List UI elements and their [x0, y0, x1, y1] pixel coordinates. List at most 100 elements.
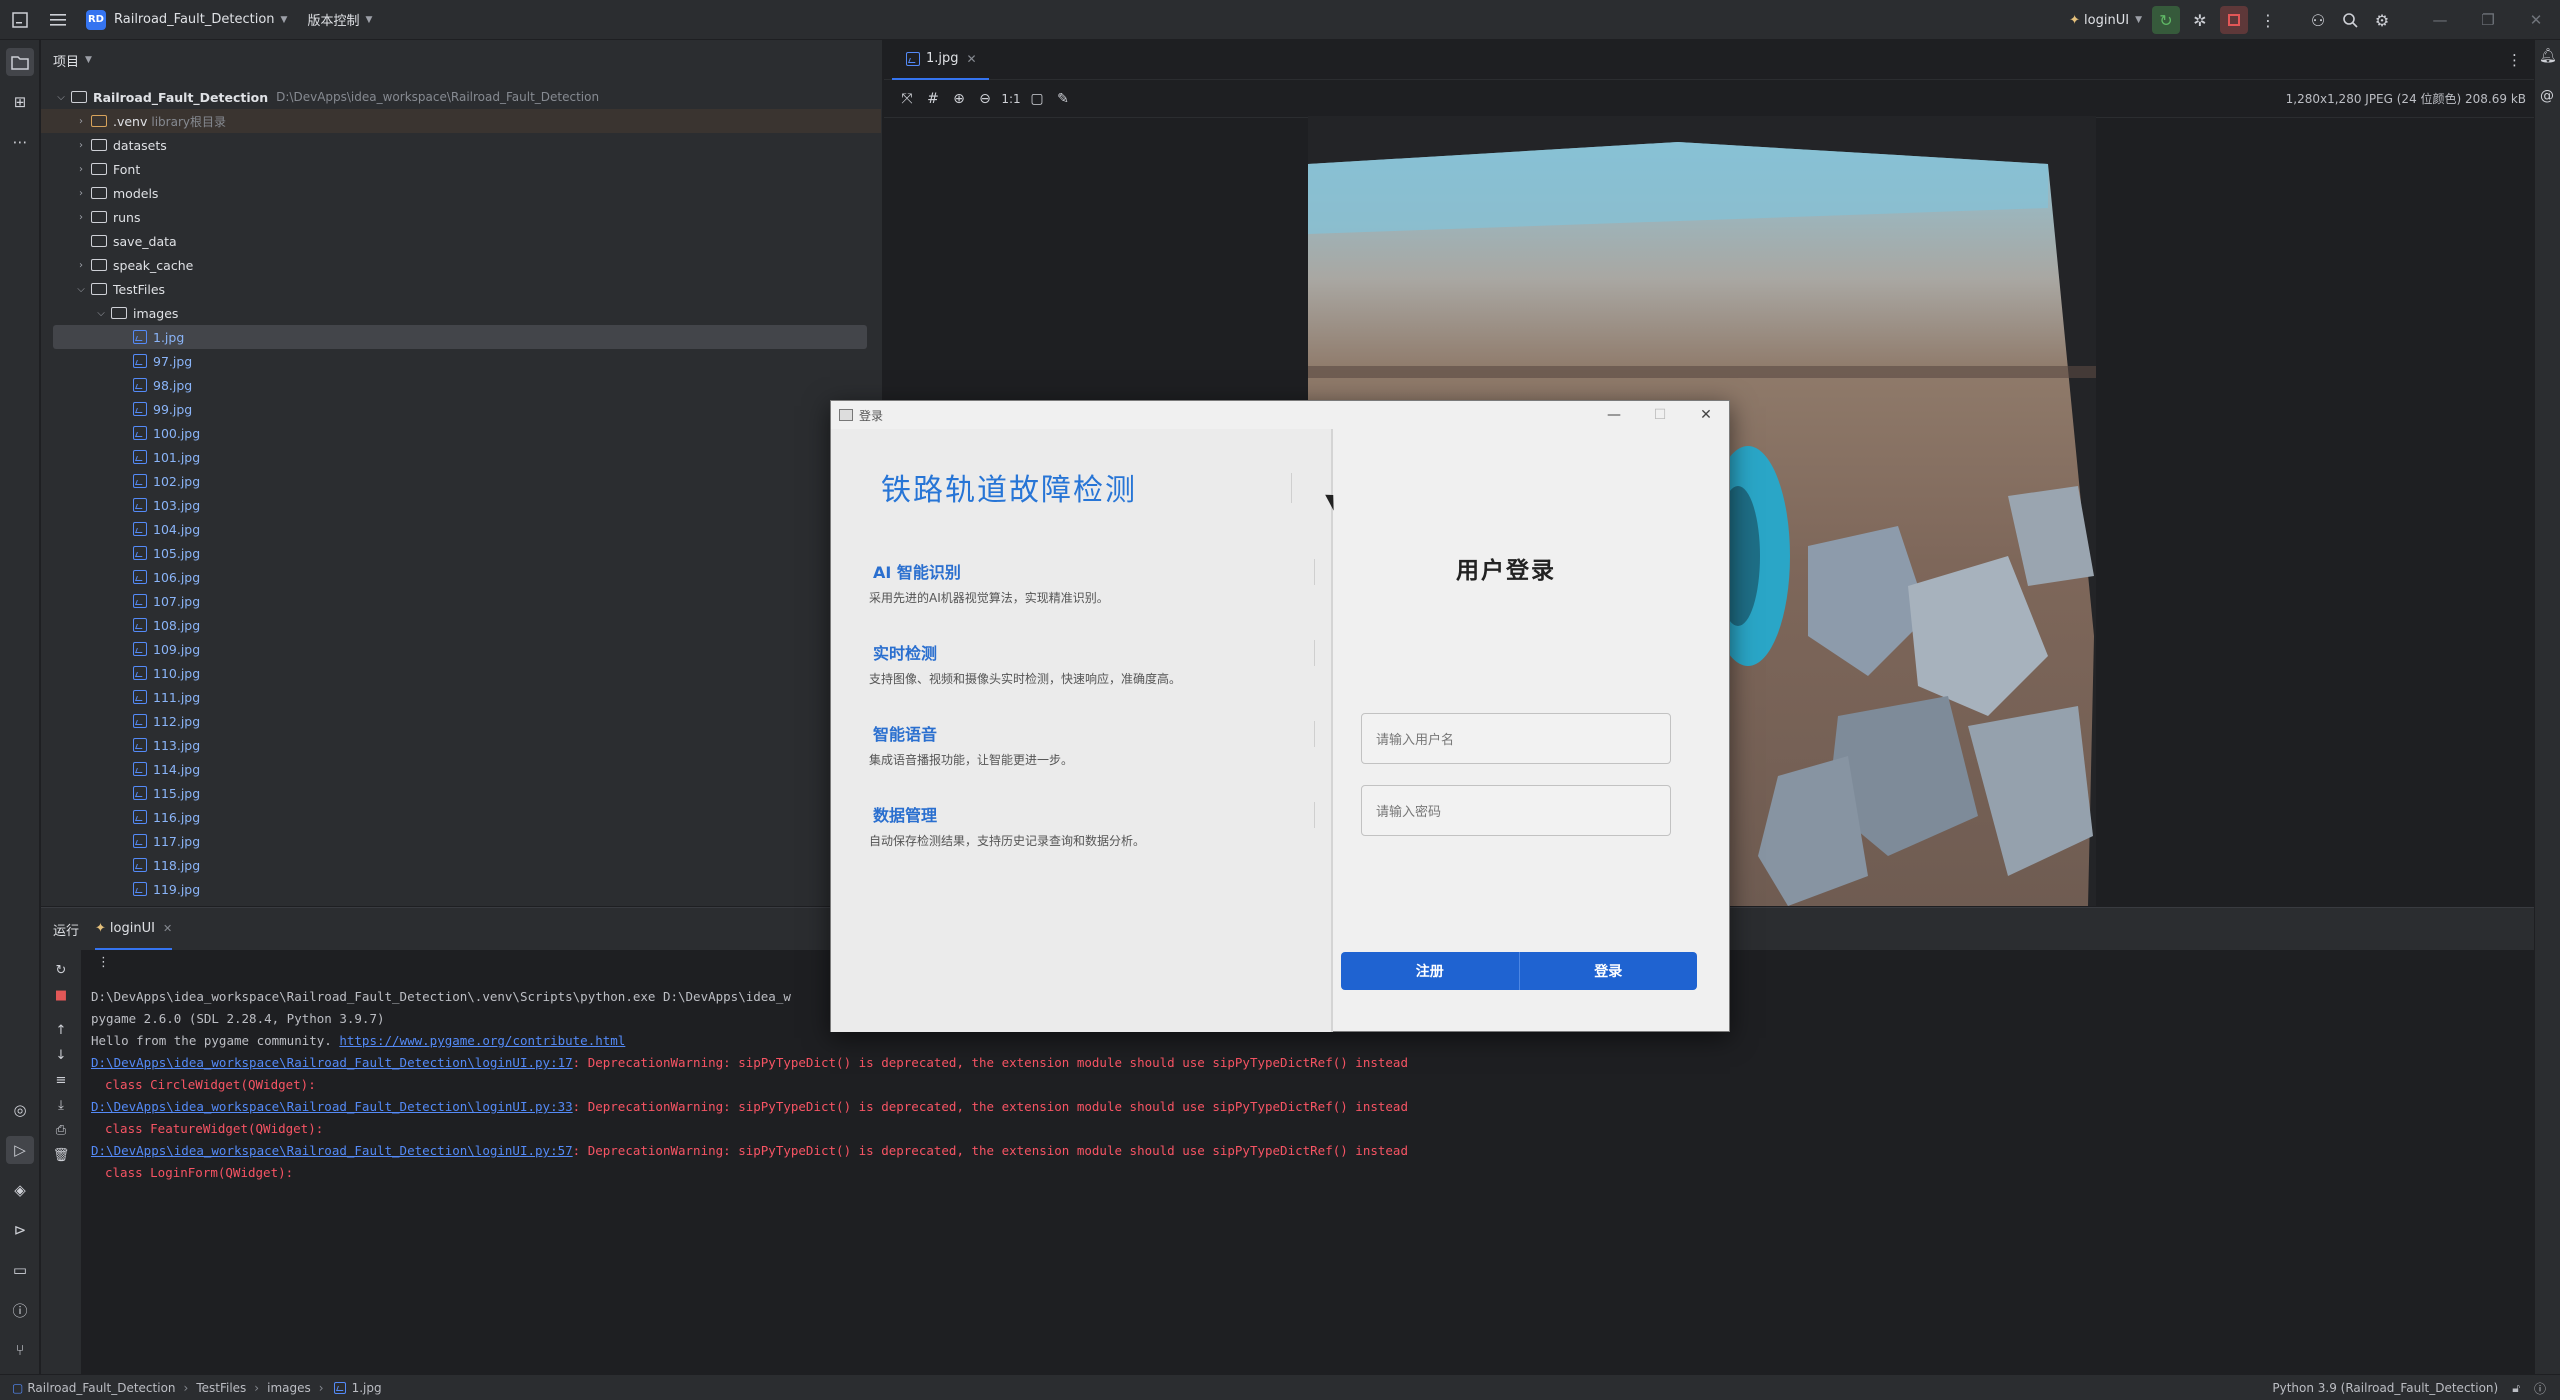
chevron-right-icon[interactable]: › — [73, 212, 89, 223]
actual-size-button[interactable]: 1:1 — [998, 92, 1024, 106]
tree-folder-venv[interactable]: › .venv library根目录 — [41, 109, 881, 133]
tree-file[interactable]: 119.jpg — [41, 877, 881, 901]
background-toggle-icon[interactable]: ▢ — [1024, 91, 1050, 107]
settings-button[interactable]: ⚙ — [2366, 4, 2398, 36]
print-icon[interactable]: ⎙ — [41, 1118, 81, 1143]
dialog-close-button[interactable]: ✕ — [1683, 401, 1729, 429]
notifications-button[interactable]: 🔔︎ — [2539, 48, 2557, 64]
soft-wrap-icon[interactable]: ≡ — [41, 1068, 81, 1093]
tree-file[interactable]: 113.jpg — [41, 733, 881, 757]
tree-file[interactable]: 102.jpg — [41, 469, 881, 493]
editor-tab[interactable]: 1.jpg ✕ — [892, 40, 989, 80]
tree-file[interactable]: 117.jpg — [41, 829, 881, 853]
tree-file[interactable]: 97.jpg — [41, 349, 881, 373]
tree-file[interactable]: 106.jpg — [41, 565, 881, 589]
more-vertical-icon[interactable]: ⋮ — [2507, 51, 2522, 69]
breadcrumb-item[interactable]: 1.jpg — [352, 1381, 382, 1395]
console-link[interactable]: https://www.pygame.org/contribute.html — [339, 1033, 625, 1048]
password-field[interactable]: 请输入密码 — [1361, 785, 1671, 836]
fit-zoom-icon[interactable]: ⤧ — [894, 91, 920, 107]
layers-tool-button[interactable]: ◈ — [6, 1176, 34, 1204]
problems-tool-button[interactable]: ⓘ — [6, 1296, 34, 1324]
tree-file[interactable]: 104.jpg — [41, 517, 881, 541]
tree-file[interactable]: 107.jpg — [41, 589, 881, 613]
tree-file[interactable]: 118.jpg — [41, 853, 881, 877]
more-vertical-icon[interactable]: ⋮ — [97, 950, 110, 975]
close-icon[interactable]: ✕ — [163, 922, 172, 935]
arrow-down-icon[interactable]: ↓ — [41, 1043, 81, 1068]
zoom-in-icon[interactable]: ⊕ — [946, 91, 972, 107]
python-packages-button[interactable]: ◎ — [6, 1096, 34, 1124]
dialog-maximize-button[interactable]: ☐ — [1637, 401, 1683, 429]
run-tool-button[interactable]: ▷ — [6, 1136, 34, 1164]
console-link[interactable]: D:\DevApps\idea_workspace\Railroad_Fault… — [91, 1055, 573, 1070]
stop-button[interactable] — [2220, 6, 2248, 34]
tree-file[interactable]: 99.jpg — [41, 397, 881, 421]
breadcrumb-item[interactable]: images — [267, 1381, 311, 1395]
chevron-down-icon[interactable]: ⌵ — [53, 92, 69, 103]
chevron-right-icon[interactable]: › — [73, 140, 89, 151]
close-icon[interactable]: ✕ — [967, 52, 977, 66]
chevron-right-icon[interactable]: › — [73, 164, 89, 175]
debug-button[interactable]: ✲ — [2184, 4, 2216, 36]
tree-file[interactable]: 108.jpg — [41, 613, 881, 637]
tree-file[interactable]: 105.jpg — [41, 541, 881, 565]
tree-folder-font[interactable]: › Font — [41, 157, 881, 181]
search-button[interactable] — [2334, 4, 2366, 36]
close-window-button[interactable]: ✕ — [2512, 0, 2560, 40]
terminal-tool-button[interactable]: ▭ — [6, 1256, 34, 1284]
services-tool-button[interactable]: ⊳ — [6, 1216, 34, 1244]
run-config-selector[interactable]: ✦ loginUI ▼ — [2063, 0, 2148, 40]
chevron-right-icon[interactable]: › — [73, 116, 89, 127]
maximize-button[interactable]: ❐ — [2464, 0, 2512, 40]
tree-file[interactable]: 100.jpg — [41, 421, 881, 445]
notification-status-icon[interactable]: ⓘ — [2534, 1380, 2546, 1397]
tree-file[interactable]: 111.jpg — [41, 685, 881, 709]
breadcrumb-item[interactable]: TestFiles — [196, 1381, 246, 1395]
project-tool-button[interactable] — [6, 48, 34, 76]
tree-file[interactable]: 103.jpg — [41, 493, 881, 517]
tree-file[interactable]: 115.jpg — [41, 781, 881, 805]
ai-assistant-button[interactable]: @ — [2540, 88, 2554, 104]
dialog-minimize-button[interactable]: — — [1591, 401, 1637, 429]
tree-folder-models[interactable]: › models — [41, 181, 881, 205]
tree-file[interactable]: 101.jpg — [41, 445, 881, 469]
stop-icon[interactable]: ■ — [41, 983, 81, 1008]
git-tool-button[interactable]: ⑂ — [6, 1336, 34, 1364]
tree-folder-runs[interactable]: › runs — [41, 205, 881, 229]
app-logo-icon[interactable] — [0, 0, 40, 40]
username-field[interactable]: 请输入用户名 — [1361, 713, 1671, 764]
color-picker-icon[interactable]: ✎ — [1050, 91, 1076, 107]
console-link[interactable]: D:\DevApps\idea_workspace\Railroad_Fault… — [91, 1099, 573, 1114]
chevron-down-icon[interactable]: ⌵ — [73, 284, 89, 295]
interpreter-selector[interactable]: Python 3.9 (Railroad_Fault_Detection) — [2272, 1381, 2498, 1395]
tree-file[interactable]: 98.jpg — [41, 373, 881, 397]
project-selector[interactable]: RD Railroad_Fault_Detection ▼ — [76, 0, 297, 40]
code-with-me-button[interactable]: ⚇ — [2302, 4, 2334, 36]
tree-file[interactable]: 112.jpg — [41, 709, 881, 733]
console-link[interactable]: D:\DevApps\idea_workspace\Railroad_Fault… — [91, 1143, 573, 1158]
breadcrumb-item[interactable]: Railroad_Fault_Detection — [27, 1381, 175, 1395]
tree-root[interactable]: ⌵ Railroad_Fault_Detection D:\DevApps\id… — [41, 85, 881, 109]
tree-file[interactable]: 116.jpg — [41, 805, 881, 829]
main-menu-icon[interactable] — [40, 0, 76, 40]
trash-icon[interactable]: 🗑︎ — [41, 1143, 81, 1168]
structure-tool-button[interactable]: ⊞ — [6, 88, 34, 116]
chevron-down-icon[interactable]: ⌵ — [93, 308, 109, 319]
lock-icon[interactable]: 🔓︎ — [2512, 1381, 2520, 1396]
tree-folder-datasets[interactable]: › datasets — [41, 133, 881, 157]
vcs-menu[interactable]: 版本控制 ▼ — [297, 0, 382, 40]
tree-folder-save-data[interactable]: save_data — [41, 229, 881, 253]
more-tools-button[interactable]: ⋯ — [6, 128, 34, 156]
zoom-out-icon[interactable]: ⊖ — [972, 91, 998, 107]
run-tab-loginui[interactable]: ✦ loginUI ✕ — [95, 908, 173, 950]
more-actions-button[interactable]: ⋮ — [2252, 4, 2284, 36]
rerun-icon[interactable]: ↻ — [41, 958, 81, 983]
grid-icon[interactable]: # — [920, 91, 946, 107]
chevron-right-icon[interactable]: › — [73, 188, 89, 199]
chevron-right-icon[interactable]: › — [73, 260, 89, 271]
tree-folder-images[interactable]: ⌵ images — [41, 301, 881, 325]
tree-file[interactable]: 114.jpg — [41, 757, 881, 781]
project-panel-header[interactable]: 项目 ▼ — [41, 40, 882, 80]
tree-file[interactable]: 109.jpg — [41, 637, 881, 661]
